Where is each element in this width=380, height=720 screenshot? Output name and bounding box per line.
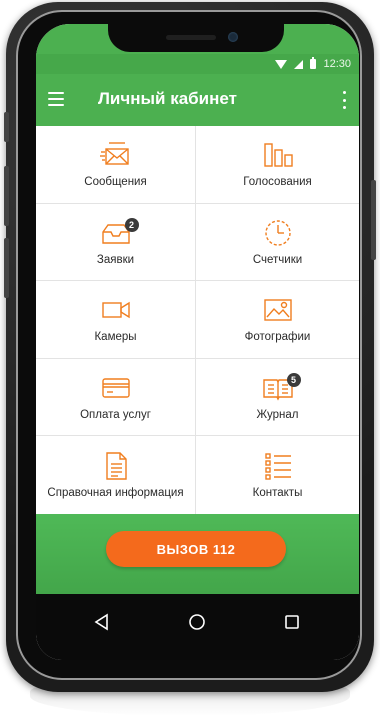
wifi-icon (275, 59, 288, 69)
call-112-button[interactable]: ВЫЗОВ 112 (106, 531, 286, 567)
tile-meters[interactable]: Счетчики (196, 204, 359, 282)
more-vert-icon[interactable] (341, 91, 347, 109)
tile-payments[interactable]: Оплата услуг (36, 358, 196, 437)
tile-label: Камеры (94, 331, 137, 344)
status-icons: 12:30 (275, 56, 351, 72)
recent-apps-icon[interactable] (282, 612, 302, 632)
tile-cameras[interactable]: Камеры (36, 281, 196, 359)
volume-up-button (4, 166, 9, 226)
book-icon: 5 (261, 373, 301, 403)
tile-messages[interactable]: Сообщения (36, 126, 196, 204)
cell-signal-icon (294, 59, 304, 69)
tile-label: Заявки (96, 253, 135, 266)
system-nav-bar (36, 594, 359, 660)
app-bar: Личный кабинет (36, 74, 359, 126)
tile-voting[interactable]: Голосования (196, 126, 359, 204)
mute-switch (4, 112, 9, 142)
tile-contacts[interactable]: Контакты (196, 436, 359, 514)
page-title: Личный кабинет (98, 89, 237, 108)
tile-label: Счетчики (252, 253, 303, 266)
tile-label: Голосования (243, 176, 312, 189)
tile-photos[interactable]: Фотографии (196, 281, 359, 359)
tile-label: Справочная информация (47, 487, 184, 500)
requests-badge: 2 (124, 217, 139, 232)
back-icon[interactable] (92, 612, 112, 632)
power-button (371, 180, 376, 260)
notch (108, 24, 284, 52)
document-icon (99, 451, 133, 481)
status-time: 12:30 (323, 58, 351, 70)
tile-journal[interactable]: 5 Журнал (196, 359, 359, 437)
volume-down-button (4, 238, 9, 298)
tile-label: Журнал (256, 409, 299, 422)
bar-chart-icon (261, 140, 295, 170)
credit-card-icon (99, 373, 133, 403)
front-camera-icon (228, 32, 238, 42)
earpiece-speaker (166, 35, 216, 40)
tile-requests[interactable]: 2 Заявки (36, 203, 196, 282)
status-bar: 12:30 (36, 54, 359, 74)
video-camera-icon (99, 295, 133, 325)
tile-label: Фотографии (244, 331, 311, 344)
tile-reference-info[interactable]: Справочная информация (36, 436, 196, 514)
tile-label: Контакты (252, 487, 303, 500)
envelope-icon (99, 140, 133, 170)
inbox-tray-icon: 2 (99, 217, 139, 248)
meter-clock-icon (261, 218, 295, 248)
tile-label: Сообщения (84, 176, 147, 189)
tile-label: Оплата услуг (80, 409, 151, 422)
journal-badge: 5 (286, 373, 301, 388)
hamburger-menu-icon[interactable] (48, 92, 64, 106)
home-icon[interactable] (187, 612, 207, 632)
photo-icon (261, 295, 295, 325)
phone-mockup: 12:30 Личный кабинет Сообщения Голосован… (0, 0, 380, 720)
emergency-call-area: ВЫЗОВ 112 (36, 514, 359, 594)
list-icon (261, 451, 295, 481)
menu-grid: Сообщения Голосования 2 Заявки Счетчики … (36, 126, 359, 514)
battery-icon (310, 57, 317, 69)
phone-screen: 12:30 Личный кабинет Сообщения Голосован… (36, 24, 359, 660)
